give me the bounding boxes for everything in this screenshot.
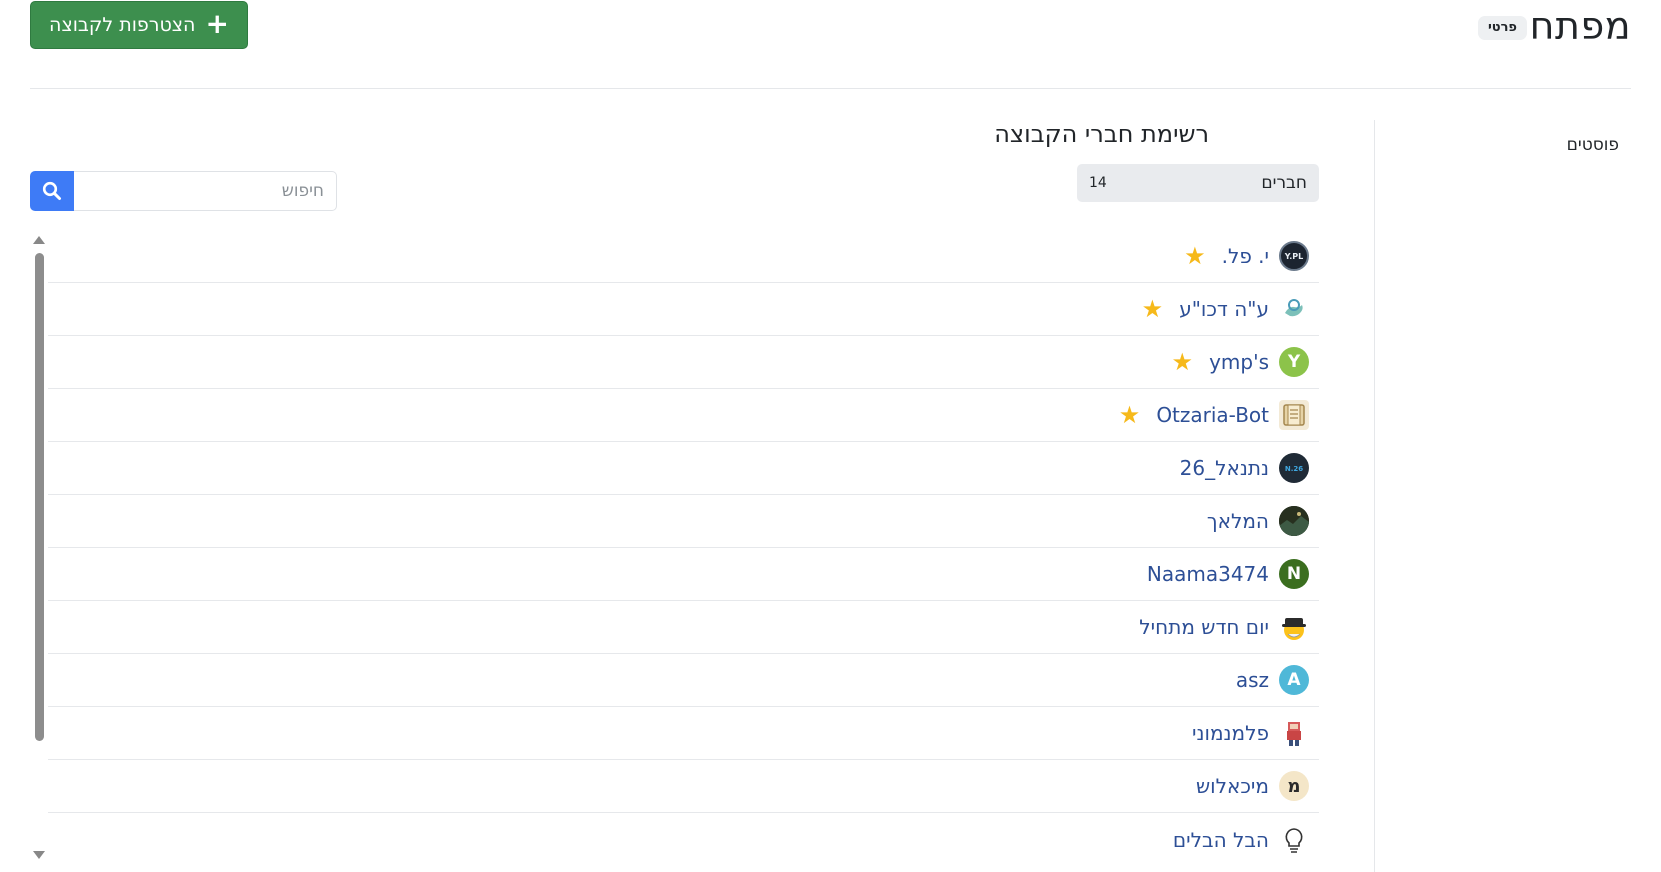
- member-name[interactable]: Naama3474: [1147, 562, 1269, 586]
- member-row[interactable]: Y ymp's ★: [48, 336, 1319, 389]
- member-name[interactable]: ymp's: [1209, 350, 1269, 374]
- member-row[interactable]: ע"ה דכו"ע ★: [48, 283, 1319, 336]
- avatar-hand-icon: [1279, 294, 1309, 324]
- member-name[interactable]: Otzaria-Bot: [1156, 403, 1269, 427]
- member-name[interactable]: נתנאל_26: [1180, 456, 1269, 480]
- member-row[interactable]: Y.PL י. פל. ★: [48, 230, 1319, 283]
- member-row[interactable]: הבל הבלים: [48, 813, 1319, 866]
- member-search: [30, 171, 337, 211]
- members-list: Y.PL י. פל. ★ ע"ה דכו"ע ★ Y ymp's ★ Otza…: [48, 230, 1319, 866]
- sidebar-item-posts[interactable]: פוסטים: [1389, 126, 1631, 164]
- avatar-lightbulb-icon: [1279, 824, 1309, 855]
- member-row[interactable]: מ מיכאלוש: [48, 760, 1319, 813]
- member-name[interactable]: המלאך: [1207, 509, 1269, 533]
- search-button[interactable]: [30, 171, 74, 211]
- avatar-scroll-icon: [1279, 400, 1309, 430]
- page: מפתח פרטי + הצטרפות לקבוצה פוסטים חברים …: [30, 0, 1631, 872]
- scroll-down-arrow-icon[interactable]: [33, 851, 45, 859]
- join-group-label: הצטרפות לקבוצה: [49, 14, 196, 36]
- search-input[interactable]: [74, 171, 337, 211]
- scrollbar-thumb[interactable]: [35, 253, 44, 741]
- owner-star-icon: ★: [1171, 348, 1194, 376]
- member-row[interactable]: N.26 נתנאל_26: [48, 442, 1319, 495]
- search-icon: [42, 181, 61, 200]
- member-row[interactable]: N Naama3474: [48, 548, 1319, 601]
- member-name[interactable]: פלמנמוני: [1192, 721, 1269, 745]
- svg-text:מ: מ: [1287, 776, 1300, 797]
- sidebar-item-label: חברים: [1261, 173, 1307, 193]
- svg-text:N.26: N.26: [1285, 465, 1303, 473]
- header-divider: [30, 88, 1631, 89]
- member-row[interactable]: Otzaria-Bot ★: [48, 389, 1319, 442]
- owner-star-icon: ★: [1141, 295, 1164, 323]
- member-row[interactable]: פלמנמוני: [48, 707, 1319, 760]
- avatar-letter-icon: Y: [1279, 347, 1309, 377]
- member-name[interactable]: הבל הבלים: [1173, 828, 1269, 852]
- group-sidebar: פוסטים חברים 14: [1077, 120, 1631, 872]
- owner-star-icon: ★: [1184, 242, 1206, 270]
- member-name[interactable]: ע"ה דכו"ע: [1179, 297, 1269, 321]
- sidebar-item-label: פוסטים: [1566, 135, 1619, 155]
- member-row[interactable]: יום חדש מתחיל: [48, 601, 1319, 654]
- scroll-up-arrow-icon[interactable]: [33, 236, 45, 244]
- member-name[interactable]: יום חדש מתחיל: [1139, 615, 1269, 639]
- plus-icon: +: [205, 6, 229, 40]
- join-group-button[interactable]: + הצטרפות לקבוצה: [30, 1, 248, 49]
- members-count: 14: [1089, 175, 1107, 191]
- members-list-title: רשימת חברי הקבוצה: [994, 120, 1209, 148]
- owner-star-icon: ★: [1118, 401, 1141, 429]
- avatar-letter-icon: A: [1279, 665, 1309, 695]
- avatar-ypl-icon: Y.PL: [1279, 241, 1309, 271]
- privacy-badge: פרטי: [1477, 16, 1527, 40]
- group-title: מפתח: [1529, 4, 1631, 48]
- member-row[interactable]: A asz: [48, 654, 1319, 707]
- member-name[interactable]: י. פל.: [1222, 244, 1269, 268]
- avatar-hat-emoji-icon: [1279, 612, 1309, 642]
- avatar-dark-logo-icon: N.26: [1279, 453, 1309, 483]
- avatar-hebrew-letter-icon: מ: [1279, 771, 1309, 801]
- member-row[interactable]: המלאך: [48, 495, 1319, 548]
- member-name[interactable]: מיכאלוש: [1196, 774, 1269, 798]
- svg-text:Y.PL: Y.PL: [1284, 252, 1303, 261]
- member-name[interactable]: asz: [1236, 668, 1269, 692]
- avatar-letter-icon: N: [1279, 559, 1309, 589]
- avatar-night-photo-icon: [1279, 506, 1309, 536]
- sidebar-item-members[interactable]: חברים 14: [1077, 164, 1319, 202]
- avatar-figure-icon: [1279, 718, 1309, 748]
